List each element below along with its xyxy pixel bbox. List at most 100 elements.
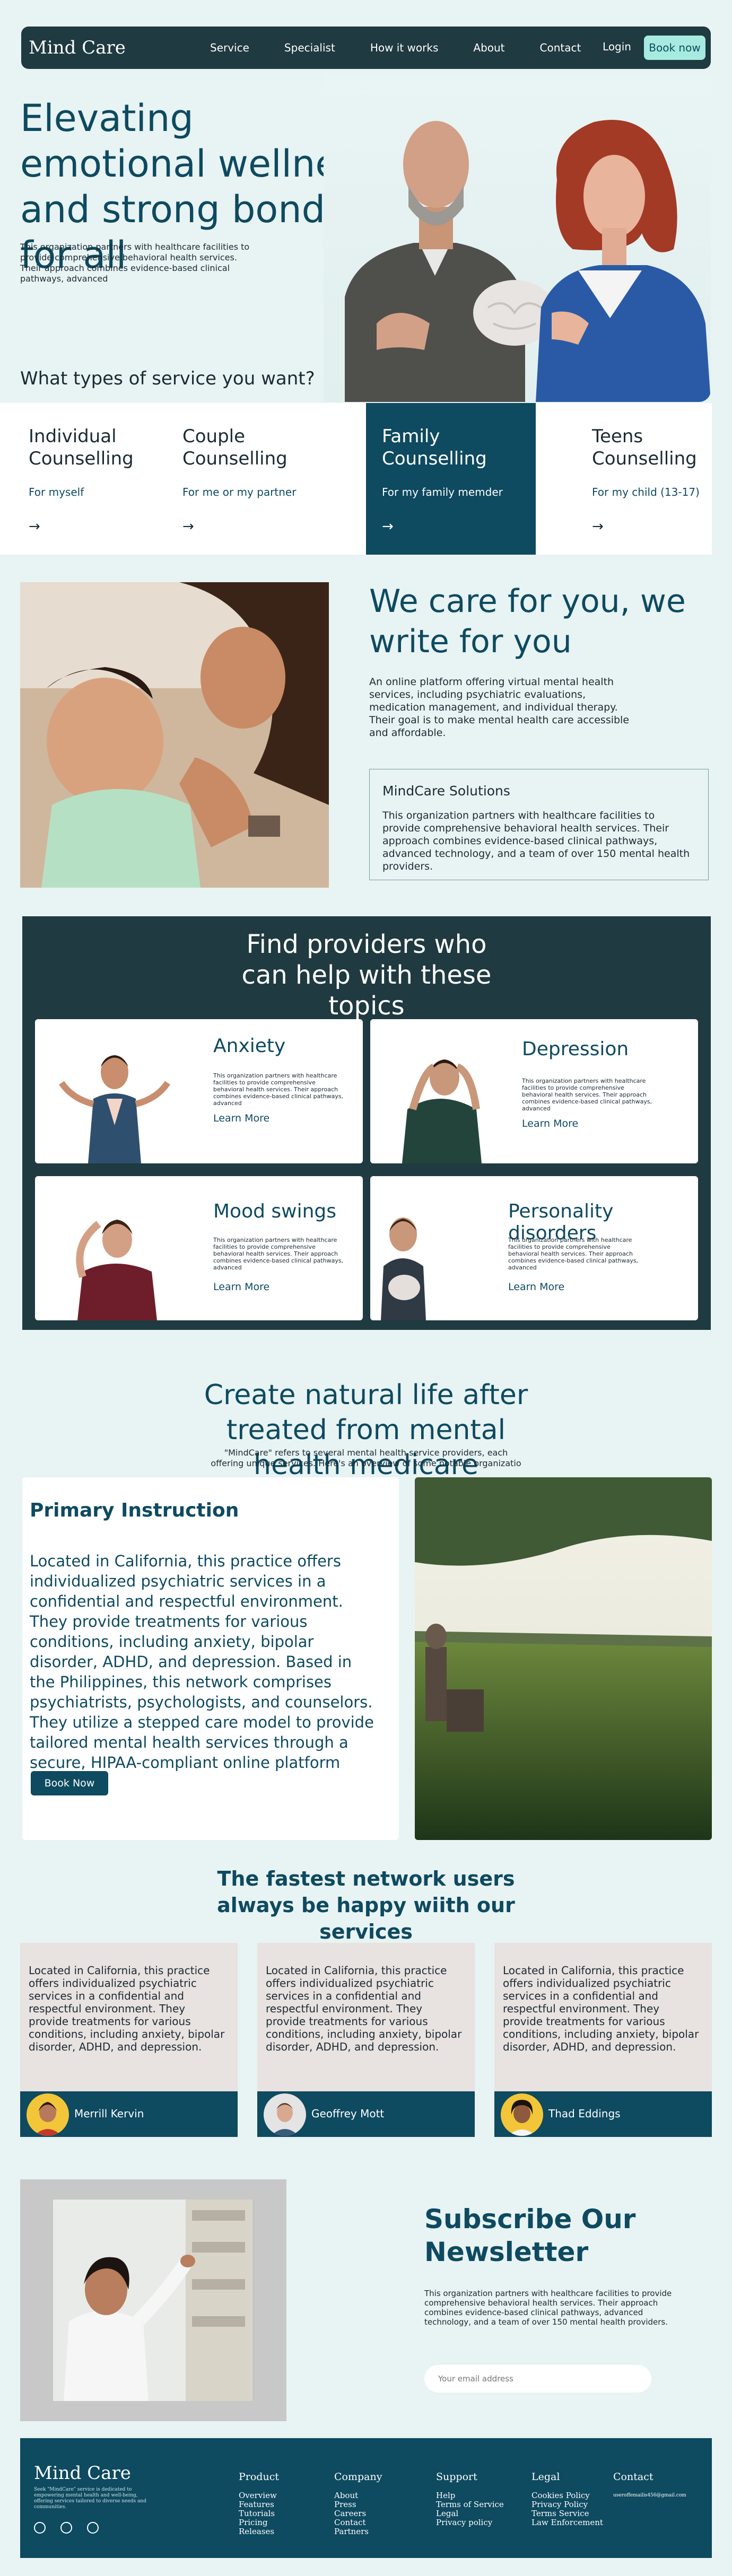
- service-for: For myself: [29, 486, 84, 498]
- mood-swings-image: [35, 1176, 194, 1320]
- footer-link[interactable]: Overview: [239, 2491, 279, 2500]
- vine-icon[interactable]: [87, 2522, 99, 2534]
- nav-link-how-it-works[interactable]: How it works: [370, 41, 439, 54]
- testimonial-footer: Thad Eddings: [494, 2091, 712, 2137]
- learn-more-link[interactable]: Learn More: [508, 1281, 564, 1293]
- testimonial-text: Located in California, this practice off…: [266, 1964, 462, 2053]
- provider-card-personality-disorders[interactable]: Personality disorders This organization …: [370, 1176, 698, 1320]
- newsletter-image: [53, 2200, 252, 2401]
- hero-image: [324, 74, 711, 402]
- hero-description: This organization partners with healthca…: [20, 242, 250, 284]
- footer-email[interactable]: useroffemailis456@gmail.com: [613, 2491, 686, 2500]
- footer-heading: Company: [334, 2471, 382, 2483]
- nav-links: Service Specialist How it works About Co…: [210, 27, 616, 69]
- arrow-right-icon[interactable]: →: [182, 519, 194, 535]
- provider-title: Mood swings: [213, 1201, 337, 1222]
- testimonial-text: Located in California, this practice off…: [29, 1964, 225, 2053]
- book-now-secondary-button[interactable]: Book Now: [31, 1771, 108, 1795]
- mindcare-solutions-box: MindCare Solutions This organization par…: [369, 769, 709, 880]
- arrow-right-icon[interactable]: →: [29, 519, 40, 535]
- avatar: [264, 2093, 306, 2136]
- provider-card-mood-swings[interactable]: Mood swings This organization partners w…: [35, 1176, 363, 1320]
- provider-title: Depression: [522, 1038, 629, 1060]
- care-description: An online platform offering virtual ment…: [369, 676, 630, 739]
- primary-instruction-box: Primary Instruction Located in Californi…: [22, 1477, 399, 1840]
- testimonials-title: The fastest network users always be happ…: [217, 1867, 515, 1943]
- testimonial-text: Located in California, this practice off…: [503, 1964, 699, 2053]
- testimonial-footer: Geoffrey Mott: [257, 2091, 475, 2137]
- footer-brand[interactable]: Mind Care: [34, 2463, 131, 2484]
- footer-column-company: Company About Press Careers Contact Part…: [334, 2471, 382, 2536]
- footer-link[interactable]: Releases: [239, 2527, 279, 2536]
- service-for: For my family memder: [382, 486, 503, 498]
- testimonial-footer: Merrill Kervin: [20, 2091, 238, 2137]
- provider-text: This organization partners with healthca…: [213, 1237, 344, 1271]
- social-links: [34, 2522, 99, 2534]
- testimonial-card: Located in California, this practice off…: [20, 1943, 238, 2137]
- footer-link[interactable]: Tutorials: [239, 2509, 279, 2518]
- learn-more-link[interactable]: Learn More: [522, 1118, 578, 1129]
- footer-column-support: Support Help Terms of Service Legal Priv…: [436, 2471, 504, 2527]
- footer-heading: Support: [436, 2471, 477, 2483]
- testimonial-card: Located in California, this practice off…: [494, 1943, 712, 2137]
- footer-link[interactable]: Careers: [334, 2509, 382, 2518]
- footer: Mind Care Seek "MindCare" service is ded…: [20, 2438, 712, 2558]
- provider-title: Anxiety: [213, 1035, 286, 1057]
- footer-column-product: Product Overview Features Tutorials Pric…: [239, 2471, 279, 2536]
- provider-card-depression[interactable]: Depression This organization partners wi…: [370, 1019, 698, 1163]
- footer-link[interactable]: Law Enforcement: [531, 2518, 603, 2527]
- footer-link[interactable]: Legal: [436, 2509, 504, 2518]
- instagram-icon[interactable]: [34, 2522, 46, 2534]
- depression-image: [370, 1019, 529, 1163]
- service-title: Individual Counselling: [29, 426, 134, 469]
- anxiety-image: [35, 1019, 194, 1163]
- footer-link[interactable]: Terms Service: [531, 2509, 603, 2518]
- service-cards: Individual Counselling For myself → Coup…: [0, 403, 712, 555]
- newsletter-email-input[interactable]: [424, 2365, 651, 2393]
- footer-link[interactable]: Terms of Service: [436, 2500, 504, 2509]
- footer-link[interactable]: Contact: [334, 2518, 382, 2527]
- service-card-couple[interactable]: Couple Counselling For me or my partner …: [182, 403, 366, 555]
- footer-link[interactable]: Cookies Policy: [531, 2491, 603, 2500]
- nav-link-service[interactable]: Service: [210, 41, 249, 54]
- nav-link-about[interactable]: About: [473, 41, 504, 54]
- footer-link[interactable]: Privacy policy: [436, 2518, 504, 2527]
- arrow-right-icon[interactable]: →: [382, 519, 394, 535]
- service-title: Couple Counselling: [182, 426, 287, 469]
- avatar: [27, 2093, 69, 2136]
- footer-link[interactable]: Features: [239, 2500, 279, 2509]
- service-for: For my child (13-17): [592, 486, 700, 498]
- provider-card-anxiety[interactable]: Anxiety This organization partners with …: [35, 1019, 363, 1163]
- care-box-text: This organization partners with healthca…: [382, 810, 690, 872]
- service-card-individual[interactable]: Individual Counselling For myself →: [0, 403, 182, 555]
- footer-link[interactable]: Partners: [334, 2527, 382, 2536]
- footer-link[interactable]: Press: [334, 2500, 382, 2509]
- service-card-family[interactable]: Family Counselling For my family memder …: [366, 403, 536, 555]
- nav-link-contact[interactable]: Contact: [540, 41, 581, 54]
- footer-link[interactable]: Privacy Policy: [531, 2500, 603, 2509]
- testimonial-card: Located in California, this practice off…: [257, 1943, 475, 2137]
- learn-more-link[interactable]: Learn More: [213, 1281, 269, 1293]
- footer-description: Seek "MindCare" service is dedicated to …: [34, 2487, 146, 2510]
- care-image: [20, 582, 329, 888]
- facebook-icon[interactable]: [60, 2522, 72, 2534]
- nav-link-specialist[interactable]: Specialist: [284, 41, 335, 54]
- brand-logo[interactable]: Mind Care: [29, 37, 126, 58]
- service-title: Family Counselling: [382, 426, 487, 469]
- primary-instruction-text: Located in California, this practice off…: [30, 1552, 374, 1772]
- footer-link[interactable]: Help: [436, 2491, 504, 2500]
- book-now-button[interactable]: Book now: [644, 36, 705, 60]
- avatar: [501, 2093, 543, 2136]
- footer-link[interactable]: Pricing: [239, 2518, 279, 2527]
- provider-text: This organization partners with healthca…: [522, 1077, 652, 1112]
- newsletter-description: This organization partners with healthca…: [424, 2289, 672, 2327]
- login-link[interactable]: Login: [603, 40, 631, 53]
- service-card-teens[interactable]: Teens Counselling For my child (13-17) →: [536, 403, 712, 555]
- footer-link[interactable]: About: [334, 2491, 382, 2500]
- footer-column-contact: Contact useroffemailis456@gmail.com: [613, 2471, 686, 2500]
- testimonial-name: Thad Eddings: [548, 2107, 621, 2120]
- learn-more-link[interactable]: Learn More: [213, 1112, 269, 1124]
- arrow-right-icon[interactable]: →: [592, 519, 604, 535]
- providers-title: Find providers who can help with these t…: [241, 930, 492, 1021]
- footer-heading: Legal: [531, 2471, 560, 2483]
